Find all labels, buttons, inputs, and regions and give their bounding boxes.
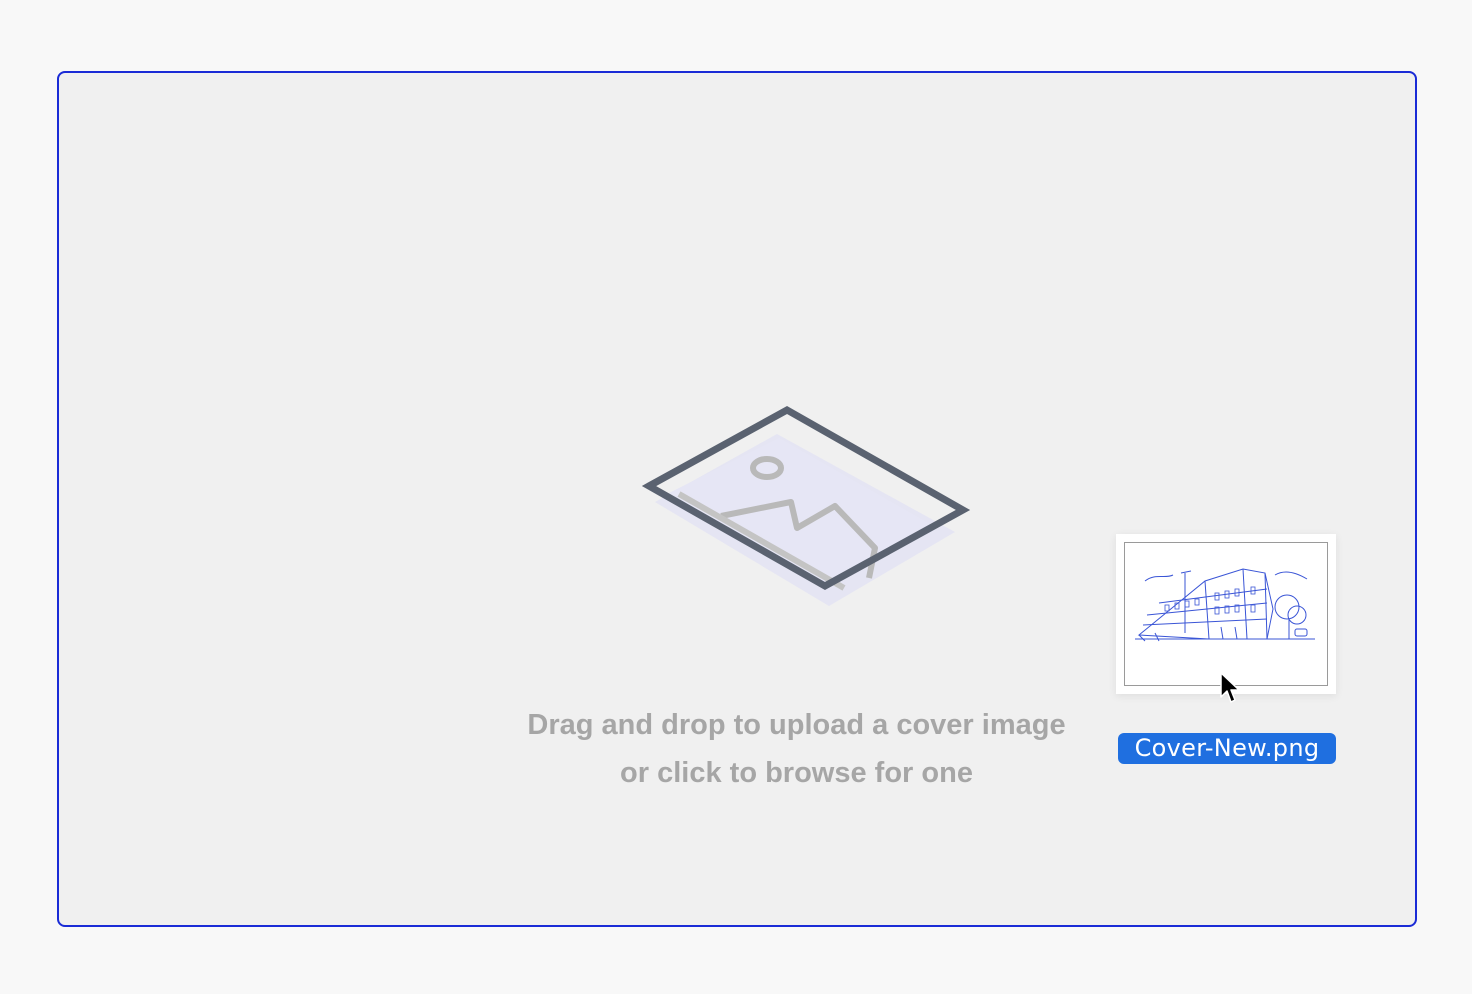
upload-instructions-line2: or click to browse for one	[620, 757, 973, 789]
upload-instructions: Drag and drop to upload a cover image or…	[389, 701, 1204, 797]
upload-instructions-line1: Drag and drop to upload a cover image	[527, 709, 1066, 741]
dragged-file-name: Cover-New.png	[1118, 733, 1336, 764]
building-sketch-thumbnail	[1124, 542, 1328, 686]
arrow-cursor-icon	[1220, 672, 1240, 703]
image-placeholder-icon	[641, 405, 971, 606]
dragged-file-thumbnail[interactable]	[1116, 534, 1336, 694]
cover-image-dropzone[interactable]: Drag and drop to upload a cover image or…	[57, 71, 1417, 927]
